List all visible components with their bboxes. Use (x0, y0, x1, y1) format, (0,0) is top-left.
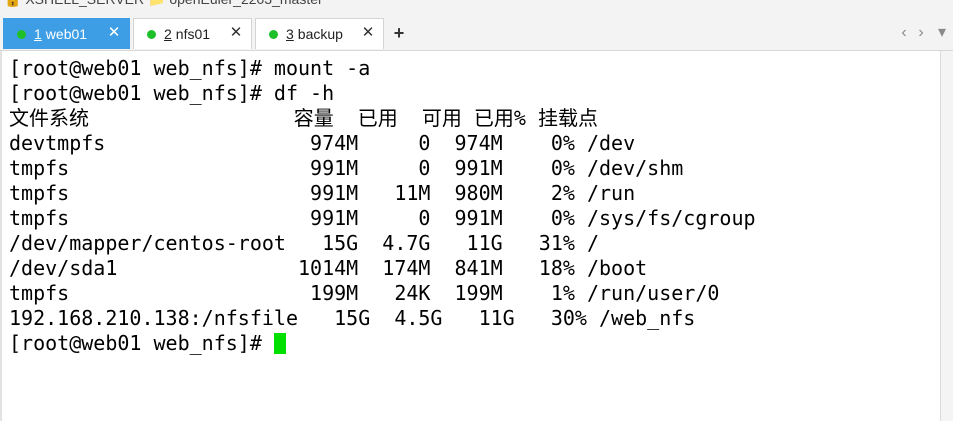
tab-title: nfs01 (175, 26, 211, 42)
df-row: tmpfs 199M 24K 199M 1% /run/user/0 (9, 281, 720, 305)
text-cursor (273, 333, 286, 354)
terminal-lines: [root@web01 web_nfs]# mount -a [root@web… (9, 56, 756, 356)
terminal-app-window: 🔒 XSHELL_SERVER 📁 openEuler_2203_master … (0, 0, 953, 421)
tab-bar: 1 web01 ✕ 2 nfs01 ✕ 3 backup ✕ + ‹ › ▾ (0, 16, 953, 51)
vertical-scrollbar[interactable] (940, 51, 953, 421)
tab-number: 3 (286, 26, 294, 42)
terminal-output[interactable]: [root@web01 web_nfs]# mount -a [root@web… (0, 51, 940, 421)
tab-title: backup (297, 26, 343, 42)
tab-web01[interactable]: 1 web01 ✕ (3, 18, 130, 49)
new-tab-button[interactable]: + (388, 22, 410, 44)
df-row: tmpfs 991M 0 991M 0% /dev/shm (9, 156, 684, 180)
prompt-line[interactable]: [root@web01 web_nfs]# (9, 331, 756, 356)
df-row: /dev/sda1 1014M 174M 841M 18% /boot (9, 256, 648, 280)
session-path-text: 🔒 XSHELL_SERVER 📁 openEuler_2203_master (4, 0, 323, 8)
tab-scroll-left-icon[interactable]: ‹ (897, 22, 911, 44)
tab-title: web01 (45, 26, 88, 42)
df-row: devtmpfs 974M 0 974M 0% /dev (9, 131, 636, 155)
tab-list-menu-icon[interactable]: ▾ (935, 22, 949, 44)
df-row: /dev/mapper/centos-root 15G 4.7G 11G 31%… (9, 231, 600, 255)
close-icon[interactable]: ✕ (229, 25, 243, 41)
df-row: tmpfs 991M 11M 980M 2% /run (9, 181, 636, 205)
tab-scroll-right-icon[interactable]: › (914, 22, 928, 44)
connected-status-icon (269, 29, 278, 39)
tab-backup[interactable]: 3 backup ✕ (255, 18, 384, 49)
connected-status-icon (17, 29, 26, 39)
df-row: 192.168.210.138:/nfsfile 15G 4.5G 11G 30… (9, 306, 696, 330)
shell-prompt: [root@web01 web_nfs]# (9, 331, 274, 355)
tab-number: 2 (164, 26, 172, 42)
tab-number: 1 (34, 26, 42, 42)
close-icon[interactable]: ✕ (361, 25, 375, 41)
tab-nfs01[interactable]: 2 nfs01 ✕ (133, 18, 252, 49)
df-header-line: 文件系统 容量 已用 可用 已用% 挂载点 (9, 106, 598, 130)
connected-status-icon (147, 29, 156, 39)
terminal-line: [root@web01 web_nfs]# mount -a (9, 56, 371, 80)
session-title-strip: 🔒 XSHELL_SERVER 📁 openEuler_2203_master (0, 0, 953, 16)
df-row: tmpfs 991M 0 991M 0% /sys/fs/cgroup (9, 206, 756, 230)
terminal-line: [root@web01 web_nfs]# df -h (9, 81, 335, 105)
close-icon[interactable]: ✕ (107, 25, 121, 41)
